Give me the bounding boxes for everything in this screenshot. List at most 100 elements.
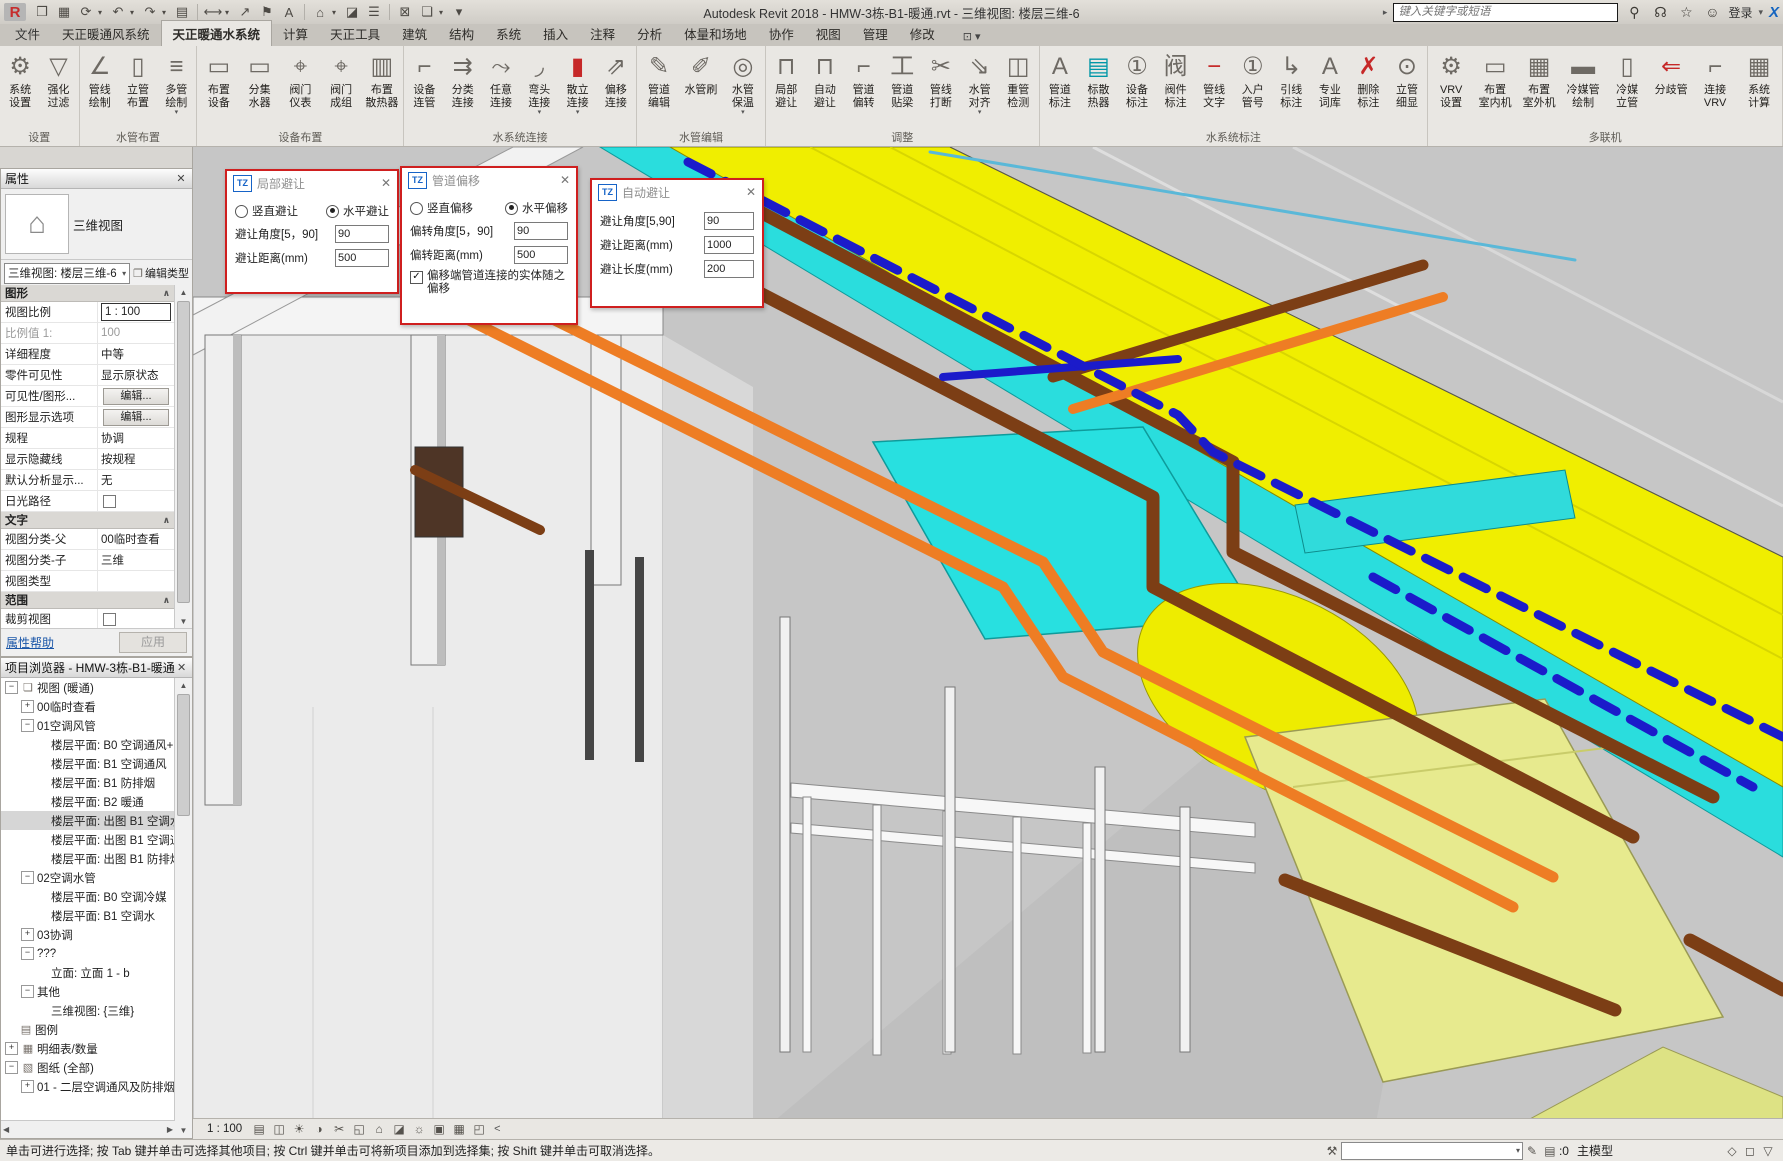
tree-item[interactable]: 三维视图: {三维} <box>1 1001 175 1020</box>
overlap-check-button[interactable]: ◫重管检测 <box>999 48 1038 131</box>
valve-tag-button[interactable]: 阀阀件标注 <box>1156 48 1195 131</box>
dropdown-arrow-icon[interactable]: ▾ <box>130 8 138 17</box>
close-icon[interactable]: ✕ <box>175 661 188 674</box>
close-icon[interactable]: ✕ <box>381 176 391 190</box>
auto-avoid-button[interactable]: ⊓自动避让 <box>806 48 845 131</box>
equipment-connect-button[interactable]: ⌐设备连管 <box>405 48 443 131</box>
tree-item[interactable]: +00临时查看 <box>1 697 175 716</box>
exchange-apps-icon[interactable]: X <box>1769 4 1779 21</box>
thin-lines-icon[interactable]: ☰ <box>364 3 384 21</box>
scroll-right-icon[interactable]: ▶ <box>167 1125 173 1134</box>
system-settings-button[interactable]: ⚙系统设置 <box>1 48 39 131</box>
local-avoid-button[interactable]: ⊓局部避让 <box>767 48 806 131</box>
leader-tag-button[interactable]: ↳引线标注 <box>1272 48 1311 131</box>
multi-pipe-draw-button[interactable]: ≡多管绘制▾ <box>157 48 195 131</box>
offset-angle-input[interactable]: 90 <box>514 222 568 240</box>
ribbon-group-label[interactable]: 设置 <box>0 131 79 146</box>
property-section-范围[interactable]: 范围∧ <box>1 592 174 609</box>
displacement-sets-icon[interactable]: ◰ <box>470 1121 488 1138</box>
property-value[interactable]: 中等 <box>98 344 174 364</box>
tree-item[interactable]: 楼层平面: B1 空调通风 <box>1 754 175 773</box>
classified-connect-button[interactable]: ⇉分类连接 <box>444 48 482 131</box>
detail-level-icon[interactable]: ▤ <box>250 1121 268 1138</box>
refrigerant-pipe-draw-button[interactable]: ▬冷媒管绘制 <box>1561 48 1605 131</box>
scroll-left-icon[interactable]: ◀ <box>3 1125 9 1134</box>
ribbon-group-label[interactable]: 调整 <box>766 131 1039 146</box>
filter-icon[interactable]: ▽ <box>1759 1144 1777 1158</box>
avoid-distance-input[interactable]: 1000 <box>704 236 754 254</box>
tree-item[interactable]: 楼层平面: B1 空调水 <box>1 906 175 925</box>
visual-style-icon[interactable]: ◫ <box>270 1121 288 1138</box>
pipe-insulation-button[interactable]: ◎水管保温▾ <box>722 48 764 131</box>
view-scale-input[interactable]: 1 : 100 <box>101 303 171 321</box>
tree-item[interactable]: 楼层平面: B2 暖通 <box>1 792 175 811</box>
help-search-icon[interactable]: ⚲ <box>1624 4 1644 21</box>
property-value[interactable]: 显示原状态 <box>98 365 174 385</box>
workset-combo[interactable]: ▾ <box>1341 1142 1523 1160</box>
dropdown-arrow-icon[interactable]: ▾ <box>162 8 170 17</box>
search-input[interactable] <box>1393 3 1618 22</box>
dialog-title-bar[interactable]: TZ 自动避让 ✕ <box>592 180 762 204</box>
riser-detail-button[interactable]: ⊙立管细显 <box>1388 48 1427 131</box>
offset-distance-input[interactable]: 500 <box>514 246 568 264</box>
scroll-down-icon[interactable]: ▼ <box>175 1123 192 1138</box>
tab-结构[interactable]: 结构 <box>438 21 485 46</box>
pipe-edit-button[interactable]: ✎管道编辑 <box>638 48 680 131</box>
section-icon[interactable]: ◪ <box>342 3 362 21</box>
system-calc-button[interactable]: ▦系统计算 <box>1737 48 1781 131</box>
vertical-avoid-radio[interactable]: 竖直避让 <box>235 203 298 219</box>
properties-help-link[interactable]: 属性帮助 <box>6 634 54 651</box>
browser-hscrollbar[interactable]: ◀ ▶ <box>1 1120 175 1138</box>
communication-center-icon[interactable]: ☊ <box>1650 4 1670 21</box>
checkbox-unchecked-icon[interactable] <box>103 613 116 626</box>
select-links-toggle-icon[interactable]: ◇ <box>1723 1144 1741 1158</box>
default-3d-view-icon[interactable]: ⌂ <box>310 3 330 21</box>
worksets-icon[interactable]: ⚒ <box>1323 1144 1341 1158</box>
offset-connect-button[interactable]: ⇗偏移连接 <box>597 48 635 131</box>
tree-item[interactable]: −其他 <box>1 982 175 1001</box>
tree-item[interactable]: 楼层平面: 出图 B1 空调水 <box>1 811 175 830</box>
project-browser-header[interactable]: 项目浏览器 - HMW-3栋-B1-暖通.rvt ✕ <box>1 658 192 678</box>
horizontal-avoid-radio[interactable]: 水平避让 <box>326 203 389 219</box>
active-workset-only-icon[interactable]: ▤ <box>1541 1144 1559 1158</box>
tree-item[interactable]: +03协调 <box>1 925 175 944</box>
favorites-icon[interactable]: ☆ <box>1676 4 1696 21</box>
collapse-chevron-icon[interactable]: ∧ <box>163 288 170 299</box>
locked-3d-view-icon[interactable]: ⌂ <box>370 1121 388 1138</box>
enhanced-filter-button[interactable]: ▽强化过滤 <box>39 48 77 131</box>
collapse-minus-icon[interactable]: − <box>21 871 34 884</box>
place-indoor-unit-button[interactable]: ▭布置室内机 <box>1473 48 1517 131</box>
shadows-icon[interactable]: ◑ <box>310 1121 328 1138</box>
collapse-minus-icon[interactable]: − <box>5 681 18 694</box>
signin-label[interactable]: 登录 <box>1728 4 1752 21</box>
property-value[interactable] <box>98 571 174 591</box>
tree-item[interactable]: +▦明细表/数量 <box>1 1039 175 1058</box>
avoid-length-input[interactable]: 200 <box>704 260 754 278</box>
pipe-brush-button[interactable]: ✐水管刷 <box>680 48 722 131</box>
close-icon[interactable]: ✕ <box>746 185 756 199</box>
tab-视图[interactable]: 视图 <box>805 21 852 46</box>
tab-管理[interactable]: 管理 <box>852 21 899 46</box>
collapse-minus-icon[interactable]: − <box>21 719 34 732</box>
manifold-button[interactable]: ▭分集水器 <box>239 48 280 131</box>
tree-item[interactable]: 楼层平面: B0 空调冷媒 <box>1 887 175 906</box>
property-value[interactable]: 按规程 <box>98 449 174 469</box>
offset-entity-checkbox[interactable]: ✓ 偏移端管道连接的实体随之偏移 <box>410 270 568 296</box>
customize-qat-icon[interactable]: ▾ <box>449 3 469 21</box>
scroll-up-icon[interactable]: ▲ <box>175 678 192 693</box>
place-equipment-button[interactable]: ▭布置设备 <box>198 48 239 131</box>
elbow-connect-button[interactable]: ◞弯头连接▾ <box>520 48 558 131</box>
tree-item[interactable]: −01空调风管 <box>1 716 175 735</box>
scatter-riser-connect-button[interactable]: ▮散立连接▾ <box>558 48 596 131</box>
tree-item[interactable]: ▤图例 <box>1 1020 175 1039</box>
sun-path-icon[interactable]: ☀ <box>290 1121 308 1138</box>
properties-scrollbar[interactable]: ▲ ▼ <box>174 285 192 629</box>
radiator-tag-button[interactable]: ▤标散热器 <box>1079 48 1118 131</box>
edit-button[interactable]: 编辑... <box>103 409 169 426</box>
tab-天正暖通风系统[interactable]: 天正暖通风系统 <box>51 21 161 46</box>
tree-item[interactable]: 楼层平面: 出图 B1 防排烟 <box>1 849 175 868</box>
tab-修改[interactable]: 修改 <box>899 21 946 46</box>
tree-item[interactable]: 楼层平面: B1 防排烟 <box>1 773 175 792</box>
riser-layout-button[interactable]: ▯立管布置 <box>119 48 157 131</box>
property-value[interactable]: 100 <box>98 323 174 343</box>
